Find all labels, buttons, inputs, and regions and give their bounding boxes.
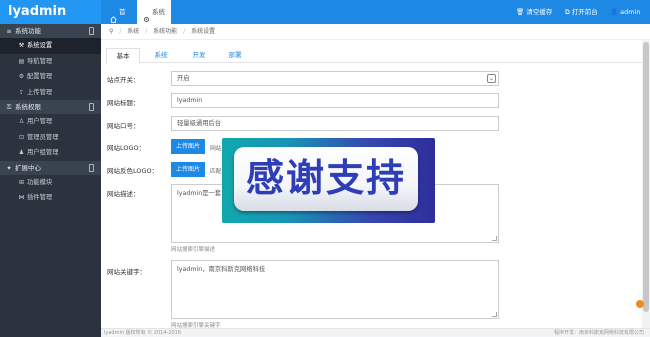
site-desc-label: 网站描述： <box>107 190 140 198</box>
sidebar-item-plugins[interactable]: ⋈ 插件管理 <box>0 190 101 206</box>
open-frontend-label: 打开前台 <box>571 8 598 16</box>
sidebar-item-label: 导航管理 <box>27 57 53 65</box>
site-switch-select[interactable]: 开启 ⌄ <box>171 71 499 86</box>
sidebar-item-label: 功能模块 <box>27 178 53 186</box>
sidebar-item-label: 上传管理 <box>27 88 53 96</box>
wrench-icon: ⚒ <box>18 42 25 49</box>
key-icon: ⚿ <box>6 104 12 111</box>
site-keywords-textarea[interactable]: lyadmin，南京科斯克网络科技 <box>171 260 499 319</box>
scrollbar-thumb[interactable] <box>643 42 649 312</box>
sidebar-item-config-management[interactable]: ⚙ 配置管理 <box>0 69 101 85</box>
sidebar-group-label: 扩展中心 <box>15 163 41 172</box>
vertical-scrollbar[interactable] <box>642 40 650 328</box>
site-desc-hint: 网站搜索引擎描述 <box>171 247 216 253</box>
cog-icon <box>143 9 150 22</box>
collapse-icon[interactable] <box>89 27 94 35</box>
footer: lyadmin 版权所有 © 2014-2016 程序开发：南京科斯克网络科技有… <box>101 328 650 337</box>
resize-handle-icon[interactable] <box>492 236 497 241</box>
sidebar-item-label: 用户管理 <box>27 118 53 125</box>
sidebar-item-label: 系统设置 <box>27 42 53 49</box>
clear-cache-label: 清空缓存 <box>526 8 553 16</box>
breadcrumb: ⚲ / 系统 / 系统功能 / 系统设置 <box>101 24 650 40</box>
thanks-banner-card: 感谢支持 <box>234 147 418 211</box>
upload-logo-text: 网站 <box>210 146 222 152</box>
app-logo[interactable]: lyadmin <box>0 0 101 24</box>
sidebar-item-label: 管理员管理 <box>27 133 59 141</box>
sidebar-item-modules[interactable]: ⊞ 功能模块 <box>0 175 101 191</box>
user-icon: ♙ <box>18 118 25 125</box>
user-menu[interactable]: 👤 admin <box>610 0 641 24</box>
external-link-icon: ⧉ <box>565 8 570 16</box>
collapse-icon[interactable] <box>89 103 94 111</box>
sidebar: ≡ 系统功能 ⚒ 系统设置 ▤ 导航管理 ⚙ 配置管理 ⇪ 上传管理 ⚿ 系统权限 ♙ 用户管… <box>0 24 101 337</box>
thanks-banner-text: 感谢支持 <box>245 156 406 200</box>
tab-deploy[interactable]: 部署 <box>218 48 252 63</box>
tab-develop[interactable]: 开发 <box>182 48 216 63</box>
collapse-icon[interactable] <box>89 163 94 172</box>
tab-system[interactable]: 系统 <box>137 0 171 24</box>
footer-copyright: lyadmin 版权所有 © 2014-2016 <box>104 330 182 336</box>
tab-system-label: 系统 <box>152 8 165 16</box>
sidebar-item-usergroup-management[interactable]: ♟ 用户组管理 <box>0 145 101 161</box>
home-icon <box>110 9 117 23</box>
sidebar-item-system-settings[interactable]: ⚒ 系统设置 <box>0 38 101 54</box>
puzzle-icon: ✦ <box>6 164 12 172</box>
site-keywords-label: 网站关键字： <box>107 268 146 276</box>
site-switch-label: 站点开关： <box>107 76 140 84</box>
sidebar-group-permissions[interactable]: ⚿ 系统权限 <box>0 100 101 114</box>
clear-cache-button[interactable]: 🗑 清空缓存 <box>516 0 552 24</box>
site-title-input[interactable]: lyadmin <box>171 93 499 108</box>
user-name: admin <box>620 8 641 16</box>
settings-tabs: 基本 系统 开发 部署 <box>106 48 642 64</box>
floating-widget-icon[interactable] <box>636 300 644 308</box>
sidebar-item-admin-management[interactable]: ⊡ 管理员管理 <box>0 130 101 146</box>
sidebar-group-system-functions[interactable]: ≡ 系统功能 <box>0 24 101 38</box>
top-navbar: lyadmin 首页 系统 🗑 清空缓存 ⧉ 打开前台 👤 admin <box>0 0 650 40</box>
sidebar-item-label: 插件管理 <box>27 194 53 201</box>
sitemap-icon: ⋈ <box>18 194 25 201</box>
site-switch-value: 开启 <box>177 75 190 82</box>
user-icon: 👤 <box>610 8 619 16</box>
sidebar-group-extensions[interactable]: ✦ 扩展中心 <box>0 160 101 175</box>
upload-logo-inverse-button[interactable]: 上传图片 <box>171 162 205 177</box>
list-icon: ≡ <box>6 28 12 35</box>
upload-logo-inverse-text: 匹配 <box>210 169 222 175</box>
resize-handle-icon[interactable] <box>492 312 497 317</box>
upload-icon: ⇪ <box>18 88 25 96</box>
trash-icon: 🗑 <box>516 8 525 16</box>
site-slogan-label: 网站口号： <box>107 122 140 130</box>
upload-logo-button[interactable]: 上传图片 <box>171 139 205 154</box>
sidebar-item-label: 配置管理 <box>27 73 53 80</box>
site-keywords-value: lyadmin，南京科斯克网络科技 <box>177 266 266 273</box>
breadcrumb-item[interactable]: 系统 <box>127 28 139 35</box>
breadcrumb-item[interactable]: 系统设置 <box>191 28 215 35</box>
thanks-banner: 感谢支持 <box>222 138 435 223</box>
grid-icon: ⊞ <box>18 178 25 186</box>
site-logo-label: 网站LOGO： <box>107 144 146 152</box>
chevron-down-icon: ⌄ <box>487 74 496 83</box>
site-title-label: 网站标题： <box>107 99 140 107</box>
open-frontend-button[interactable]: ⧉ 打开前台 <box>565 0 598 24</box>
sidebar-item-label: 用户组管理 <box>27 149 59 156</box>
users-icon: ♟ <box>18 149 25 156</box>
tab-home[interactable]: 首页 <box>104 0 137 40</box>
map-icon: ▤ <box>18 57 25 65</box>
sidebar-item-upload-management[interactable]: ⇪ 上传管理 <box>0 85 101 101</box>
tab-basic[interactable]: 基本 <box>106 48 140 64</box>
cogs-icon: ⚙ <box>18 73 25 80</box>
site-logo-inverse-label: 网站反色LOGO： <box>107 167 159 175</box>
sidebar-group-label: 系统权限 <box>15 103 41 111</box>
breadcrumb-item[interactable]: 系统功能 <box>153 28 177 35</box>
lock-icon: ⊡ <box>18 133 25 141</box>
site-desc-value: lyadmin是一套 <box>177 190 222 197</box>
sidebar-item-user-management[interactable]: ♙ 用户管理 <box>0 114 101 130</box>
sidebar-group-label: 系统功能 <box>15 27 41 35</box>
tab-system-settings[interactable]: 系统 <box>144 48 178 63</box>
sidebar-item-nav-management[interactable]: ▤ 导航管理 <box>0 54 101 70</box>
footer-developer: 程序开发：南京科斯克网络科技有限公司 <box>553 330 644 336</box>
location-icon: ⚲ <box>109 28 114 35</box>
site-slogan-input[interactable]: 轻量级通用后台 <box>171 116 499 131</box>
